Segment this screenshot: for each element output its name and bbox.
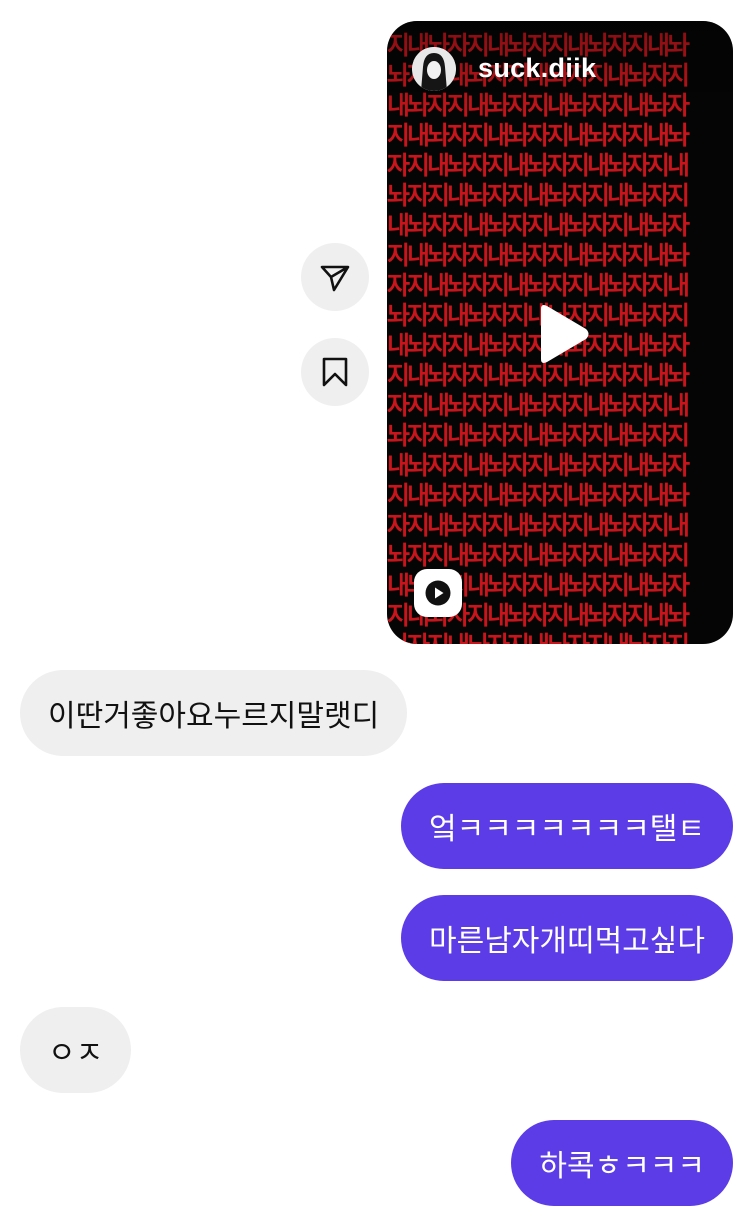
outgoing-message: 마른남자개띠먹고싶다	[401, 895, 733, 981]
reel-pattern-row: 내놔자지내놔자지내놔자지내놔자	[387, 211, 690, 240]
outgoing-message: 하콕ㅎㅋㅋㅋ	[511, 1120, 733, 1206]
reel-pattern-row: 놔자지내놔자지내놔자지내놔자지	[387, 631, 733, 644]
save-button[interactable]	[301, 338, 369, 406]
reels-badge	[414, 569, 462, 617]
reel-pattern-row: 자지내놔자지내놔자지내놔자지내	[387, 511, 690, 540]
reel-pattern-row: 지내놔자지내놔자지내놔자지내놔	[387, 481, 690, 510]
reel-pattern-row: 지내놔자지내놔자지내놔자지내놔	[387, 121, 690, 150]
reel-pattern-row: 놔자지내놔자지내놔자지내놔자지	[387, 421, 690, 450]
reel-pattern-row: 지내놔자지내놔자지내놔자지내놔	[387, 241, 690, 270]
reels-icon	[425, 580, 451, 606]
message-text: 엌ㅋㅋㅋㅋㅋㅋㅋ탤ㅌ	[429, 812, 705, 847]
reel-pattern-row: 놔자지내놔자지내놔자지내놔자지	[387, 181, 690, 210]
message-text: ㅇㅈ	[48, 1036, 104, 1071]
reel-pattern-row: 지내놔자지내놔자지내놔자지내놔	[387, 361, 690, 390]
outgoing-message: 엌ㅋㅋㅋㅋㅋㅋㅋ탤ㅌ	[401, 783, 733, 869]
play-icon[interactable]	[531, 303, 591, 365]
bookmark-icon	[322, 357, 348, 387]
share-button[interactable]	[301, 243, 369, 311]
avatar[interactable]	[412, 47, 456, 91]
reel-pattern-row: 자지내놔자지내놔자지내놔자지내	[387, 391, 690, 420]
reel-pattern-row: 자지내놔자지내놔자지내놔자지내	[387, 271, 690, 300]
message-text: 이딴거좋아요누르지말랫디	[48, 699, 380, 734]
message-text: 하콕ㅎㅋㅋㅋ	[539, 1149, 705, 1184]
reel-pattern-row: 내놔자지내놔자지내놔자지내놔자	[387, 451, 690, 480]
reel-pattern-row: 자지내놔자지내놔자지내놔자지내	[387, 151, 690, 180]
shared-reel-card[interactable]: 지내놔자지내놔자지내놔자지내놔놔자지내놔자지내놔자지내놔자지내놔자지내놔자지내놔…	[387, 21, 733, 644]
incoming-message: ㅇㅈ	[20, 1007, 132, 1093]
message-text: 마른남자개띠먹고싶다	[429, 924, 705, 959]
incoming-message: 이딴거좋아요누르지말랫디	[20, 670, 408, 756]
reel-username[interactable]: suck.diik	[478, 53, 596, 84]
paper-plane-icon	[320, 265, 350, 292]
reel-pattern-row: 놔자지내놔자지내놔자지내놔자지	[387, 541, 690, 570]
